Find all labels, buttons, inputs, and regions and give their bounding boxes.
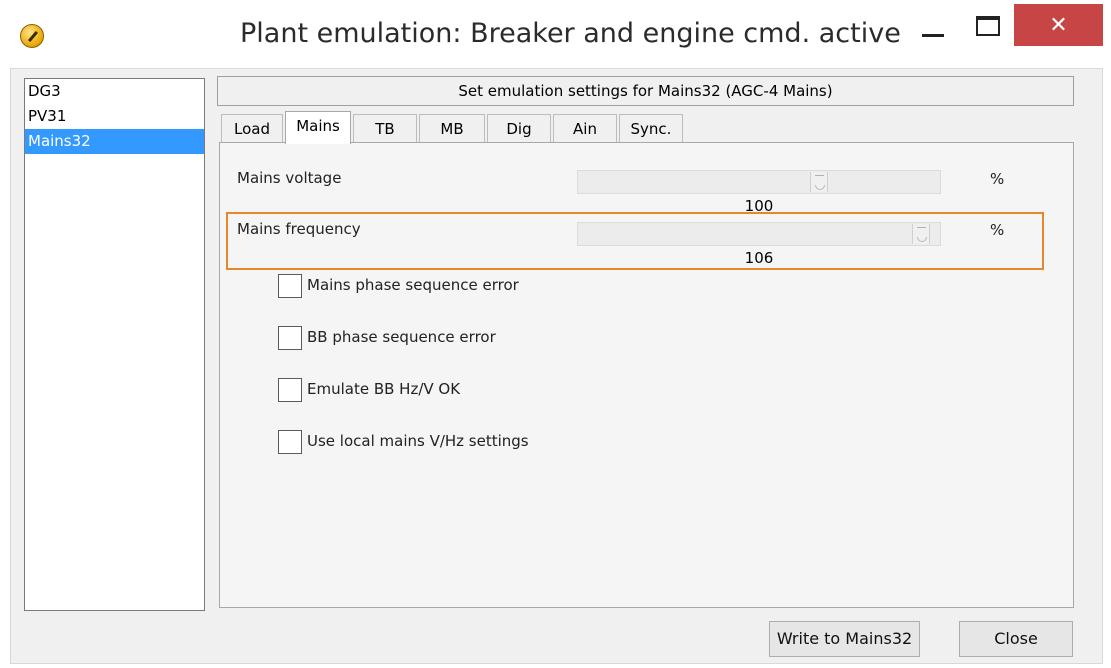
emulate-bb-hz-v-ok-label: Emulate BB Hz/V OK [307, 380, 461, 398]
maximize-button[interactable] [976, 16, 1000, 36]
bb-phase-sequence-error-label: BB phase sequence error [307, 328, 496, 346]
use-local-mains-settings-label: Use local mains V/Hz settings [307, 432, 529, 450]
tab-mb[interactable]: MB [419, 114, 485, 143]
close-icon: ✕ [1049, 12, 1068, 37]
mains-frequency-value: 106 [744, 249, 774, 267]
mains-frequency-slider[interactable] [577, 222, 941, 246]
mains-frequency-slider-thumb[interactable] [912, 224, 930, 244]
bb-phase-sequence-error-checkbox[interactable] [278, 326, 302, 350]
unit-list[interactable]: DG3 PV31 Mains32 [24, 78, 205, 611]
tab-dig[interactable]: Dig [487, 114, 551, 143]
mains-voltage-unit: % [990, 170, 1005, 188]
emulate-bb-hz-v-ok-checkbox[interactable] [278, 378, 302, 402]
mains-frequency-unit: % [990, 221, 1005, 239]
mains-phase-sequence-error-checkbox[interactable] [278, 274, 302, 298]
mains-phase-sequence-error-label: Mains phase sequence error [307, 276, 519, 294]
mains-frequency-label: Mains frequency [237, 220, 361, 238]
window-title: Plant emulation: Breaker and engine cmd.… [240, 18, 901, 49]
title-bar: Plant emulation: Breaker and engine cmd.… [0, 0, 1111, 68]
app-icon [20, 24, 44, 48]
tab-load[interactable]: Load [221, 114, 283, 143]
settings-header: Set emulation settings for Mains32 (AGC-… [217, 76, 1074, 106]
use-local-mains-settings-checkbox[interactable] [278, 430, 302, 454]
close-window-button[interactable]: ✕ [1014, 4, 1103, 46]
tab-tb[interactable]: TB [353, 114, 417, 143]
write-to-mains32-button[interactable]: Write to Mains32 [769, 621, 920, 657]
minimize-button[interactable] [922, 34, 944, 37]
mains-voltage-slider[interactable] [577, 170, 941, 194]
tab-strip: Load Mains TB MB Dig Ain Sync. [221, 111, 1081, 144]
mains-voltage-slider-thumb[interactable] [810, 172, 828, 192]
tab-mains[interactable]: Mains [285, 111, 351, 144]
unit-item-pv31[interactable]: PV31 [25, 104, 204, 129]
tab-sync[interactable]: Sync. [619, 114, 683, 143]
tab-ain[interactable]: Ain [553, 114, 617, 143]
unit-item-dg3[interactable]: DG3 [25, 79, 204, 104]
close-button[interactable]: Close [959, 621, 1073, 657]
unit-item-mains32[interactable]: Mains32 [25, 129, 204, 154]
mains-voltage-label: Mains voltage [237, 169, 342, 187]
